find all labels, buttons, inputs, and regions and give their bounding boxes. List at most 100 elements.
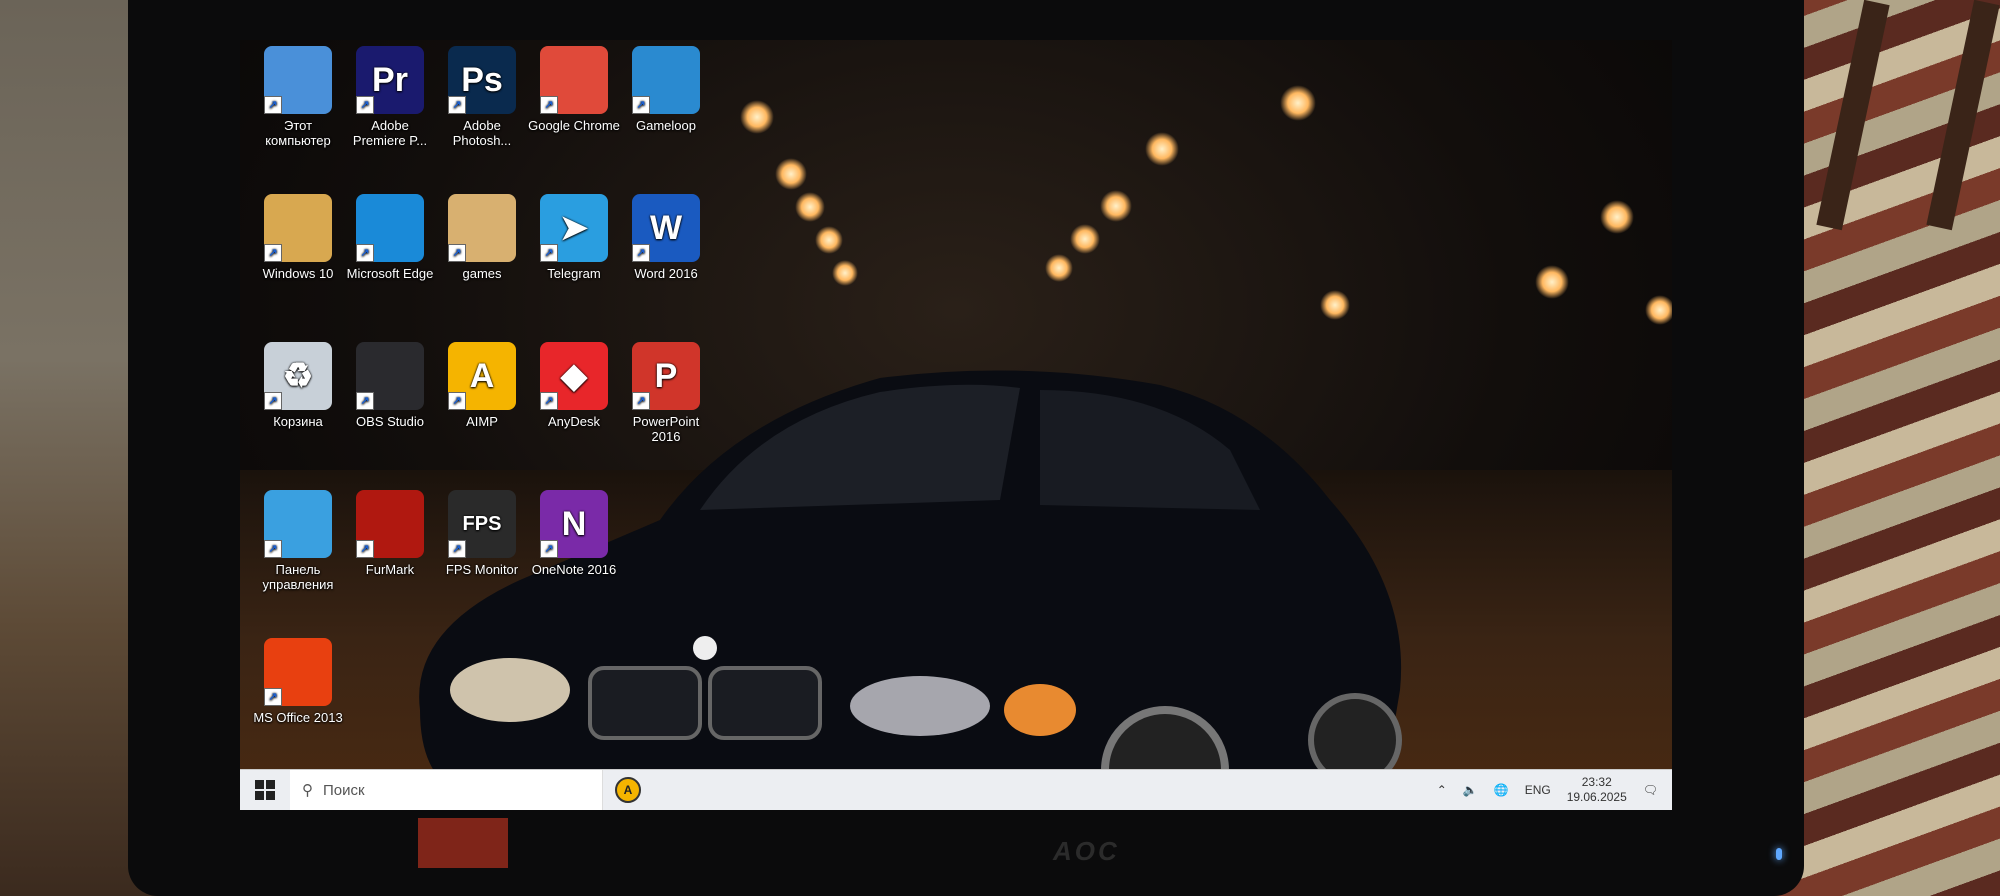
- aimp-icon: A ↗: [448, 342, 516, 410]
- aimp-icon: A: [615, 777, 641, 803]
- desktop-icon[interactable]: ↗ OBS Studio: [344, 342, 436, 429]
- desktop-icon[interactable]: Pr ↗ Adobe Premiere P...: [344, 46, 436, 148]
- shortcut-arrow-icon: ↗: [448, 244, 466, 262]
- start-button[interactable]: [240, 770, 290, 810]
- desktop-icon[interactable]: ↗ Панель управления: [252, 490, 344, 592]
- desktop-icon-label: Adobe Premiere P...: [352, 118, 428, 148]
- street-light: [815, 226, 843, 254]
- search-icon: ⚲: [302, 782, 313, 799]
- desktop-icon-label: FurMark: [365, 562, 415, 577]
- desktop-icon-label: Windows 10: [262, 266, 334, 281]
- desktop-icon[interactable]: ➤ ↗ Telegram: [528, 194, 620, 281]
- street-light: [775, 158, 807, 190]
- desktop-icon[interactable]: ↗ Gameloop: [620, 46, 712, 133]
- search-placeholder: Поиск: [323, 781, 365, 799]
- folder-icon: ↗: [448, 194, 516, 262]
- shortcut-arrow-icon: ↗: [356, 244, 374, 262]
- shortcut-arrow-icon: ↗: [356, 392, 374, 410]
- desktop-icon[interactable]: ↗ MS Office 2013: [252, 638, 344, 725]
- desktop-icon-label: OBS Studio: [356, 414, 424, 429]
- taskbar: ⚲ Поиск A ⌃ 🔈 🌐 ENG 23:32 19.06.2025 🗨: [240, 769, 1672, 810]
- chair-leg: [1926, 0, 2000, 231]
- taskbar-clock[interactable]: 23:32 19.06.2025: [1567, 775, 1627, 805]
- shortcut-arrow-icon: ↗: [540, 392, 558, 410]
- fps-monitor-icon: FPS ↗: [448, 490, 516, 558]
- desktop-icon[interactable]: W ↗ Word 2016: [620, 194, 712, 281]
- windows-logo-icon: [255, 780, 275, 800]
- photoshop-icon: Ps ↗: [448, 46, 516, 114]
- desktop-icon[interactable]: ↗ games: [436, 194, 528, 281]
- desktop-icon-label: MS Office 2013: [253, 710, 343, 725]
- desktop-icon[interactable]: A ↗ AIMP: [436, 342, 528, 429]
- desktop-icon[interactable]: ♻ ↗ Корзина: [252, 342, 344, 429]
- shortcut-arrow-icon: ↗: [540, 540, 558, 558]
- desktop-icon-label: PowerPoint 2016: [632, 414, 700, 444]
- shortcut-arrow-icon: ↗: [448, 96, 466, 114]
- shortcut-arrow-icon: ↗: [632, 244, 650, 262]
- monitor-brand-logo: AOC: [1053, 836, 1120, 866]
- shortcut-arrow-icon: ↗: [632, 392, 650, 410]
- shortcut-arrow-icon: ↗: [540, 244, 558, 262]
- desktop-icon[interactable]: P ↗ PowerPoint 2016: [620, 342, 712, 444]
- desktop-icon-label: Google Chrome: [528, 118, 620, 133]
- street-light: [1535, 265, 1569, 299]
- clock-date: 19.06.2025: [1566, 790, 1627, 804]
- taskbar-search[interactable]: ⚲ Поиск: [290, 770, 603, 810]
- street-light: [832, 260, 858, 286]
- chrome-icon: ↗: [540, 46, 608, 114]
- desktop-icon-label: AIMP: [466, 414, 498, 429]
- shortcut-arrow-icon: ↗: [632, 96, 650, 114]
- shortcut-arrow-icon: ↗: [264, 688, 282, 706]
- usb-sticker: [418, 818, 508, 868]
- taskbar-pinned-aimp[interactable]: A: [603, 770, 653, 810]
- shortcut-arrow-icon: ↗: [264, 392, 282, 410]
- desktop-icon[interactable]: ◆ ↗ AnyDesk: [528, 342, 620, 429]
- desktop-icon[interactable]: N ↗ OneNote 2016: [528, 490, 620, 577]
- system-tray: ⌃ 🔈 🌐 ENG 23:32 19.06.2025 🗨: [1437, 775, 1672, 805]
- desktop-icon-label: Microsoft Edge: [346, 266, 434, 281]
- shortcut-arrow-icon: ↗: [448, 540, 466, 558]
- shortcut-arrow-icon: ↗: [264, 244, 282, 262]
- desktop-icon[interactable]: ↗ Microsoft Edge: [344, 194, 436, 281]
- folder-user-icon: ↗: [264, 194, 332, 262]
- anydesk-icon: ◆ ↗: [540, 342, 608, 410]
- office-icon: ↗: [264, 638, 332, 706]
- street-light: [1600, 200, 1634, 234]
- clock-time: 23:32: [1581, 775, 1612, 789]
- shortcut-arrow-icon: ↗: [356, 96, 374, 114]
- desktop-icon-label: Telegram: [547, 266, 601, 281]
- volume-icon[interactable]: 🔈: [1463, 783, 1478, 797]
- shortcut-arrow-icon: ↗: [448, 392, 466, 410]
- street-light: [795, 192, 825, 222]
- telegram-icon: ➤ ↗: [540, 194, 608, 262]
- desktop-icon[interactable]: ↗ Этот компьютер: [252, 46, 344, 148]
- street-light: [1320, 290, 1350, 320]
- onenote-icon: N ↗: [540, 490, 608, 558]
- desktop-icon[interactable]: FPS ↗ FPS Monitor: [436, 490, 528, 577]
- desktop-icon-label: Этот компьютер: [265, 118, 331, 148]
- desktop-icon-label: OneNote 2016: [531, 562, 617, 577]
- desktop-icon[interactable]: ↗ FurMark: [344, 490, 436, 577]
- desktop-icon[interactable]: ↗ Google Chrome: [528, 46, 620, 133]
- language-indicator[interactable]: ENG: [1525, 783, 1551, 797]
- shortcut-arrow-icon: ↗: [356, 540, 374, 558]
- desktop-icon[interactable]: ↗ Windows 10: [252, 194, 344, 281]
- premiere-icon: Pr ↗: [356, 46, 424, 114]
- notification-center-icon[interactable]: 🗨: [1643, 783, 1658, 797]
- control-panel-icon: ↗: [264, 490, 332, 558]
- street-light: [740, 100, 774, 134]
- desktop-screen: ↗ Этот компьютер Pr ↗ Adobe Premiere P... Ps ↗…: [240, 40, 1672, 810]
- word-icon: W ↗: [632, 194, 700, 262]
- shortcut-arrow-icon: ↗: [264, 96, 282, 114]
- power-led: [1776, 848, 1782, 860]
- street-light: [1100, 190, 1132, 222]
- chevron-up-icon[interactable]: ⌃: [1437, 783, 1447, 797]
- street-light: [1145, 132, 1179, 166]
- desktop-icon[interactable]: Ps ↗ Adobe Photosh...: [436, 46, 528, 148]
- gameloop-icon: ↗: [632, 46, 700, 114]
- shortcut-arrow-icon: ↗: [264, 540, 282, 558]
- desktop-icon-label: Adobe Photosh...: [452, 118, 512, 148]
- desktop-icon-label: Word 2016: [634, 266, 698, 281]
- network-icon[interactable]: 🌐: [1494, 783, 1509, 797]
- street-light: [1070, 224, 1100, 254]
